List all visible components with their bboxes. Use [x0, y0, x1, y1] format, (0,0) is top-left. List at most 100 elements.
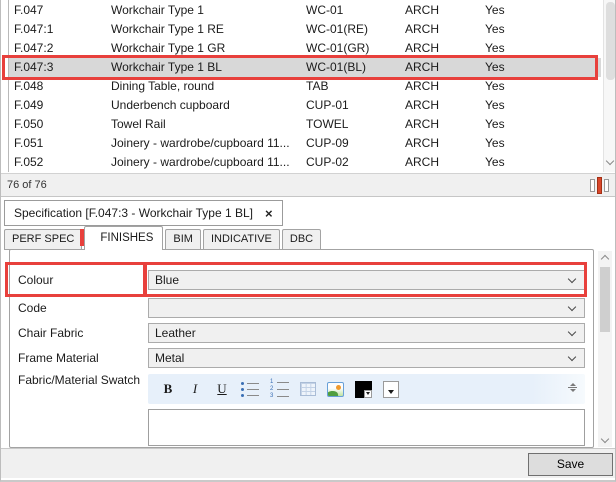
chevron-up-icon[interactable] [601, 255, 609, 263]
underline-button[interactable]: U [214, 379, 230, 399]
font-color-swatch-icon [355, 381, 372, 398]
cell-confirmed: Yes [485, 115, 505, 134]
bullet-list-button[interactable] [241, 379, 259, 399]
chevron-down-icon [568, 274, 576, 282]
italic-button[interactable]: I [187, 379, 203, 399]
tab-perf-spec[interactable]: PERF SPEC [4, 229, 82, 250]
status-bar: 76 of 76 [1, 173, 616, 197]
spec-document-tab[interactable]: Specification [F.047:3 - Workchair Type … [4, 200, 283, 226]
font-color-button[interactable] [355, 379, 372, 399]
cell-confirmed: Yes [485, 20, 505, 39]
close-icon[interactable]: × [265, 207, 273, 220]
image-icon [327, 382, 344, 397]
insert-table-button[interactable] [300, 379, 316, 399]
cell-discipline: ARCH [405, 134, 439, 153]
columns-icon-bar-active [597, 177, 602, 194]
cell-description: Joinery - wardrobe/cupboard 11... [111, 153, 290, 172]
cell-code: F.047:3 [14, 58, 53, 77]
chair-fabric-label: Chair Fabric [18, 324, 83, 342]
cell-description: Towel Rail [111, 115, 166, 134]
table-row[interactable]: F.047 Workchair Type 1 WC-01 ARCH Yes [9, 1, 601, 20]
cell-description: Underbench cupboard [111, 96, 230, 115]
table-row[interactable]: F.047:2 Workchair Type 1 GR WC-01(GR) AR… [9, 39, 601, 58]
footer-bar: Save [1, 448, 616, 478]
cell-short-code: CUP-09 [306, 134, 349, 153]
frame-material-label: Frame Material [18, 349, 99, 367]
form-scrollbar[interactable] [598, 251, 612, 447]
chevron-down-icon[interactable] [606, 157, 614, 165]
table-row[interactable]: F.050 Towel Rail TOWEL ARCH Yes [9, 115, 601, 134]
table-scrollbar[interactable] [603, 0, 616, 172]
tab-finishes[interactable]: FINISHES [84, 226, 163, 250]
cell-confirmed: Yes [485, 134, 505, 153]
cell-code: F.047:1 [14, 20, 53, 39]
cell-code: F.049 [14, 96, 43, 115]
schedule-table: F.047 Workchair Type 1 WC-01 ARCH Yes F.… [1, 0, 616, 172]
cell-short-code: WC-01(RE) [306, 20, 368, 39]
cell-discipline: ARCH [405, 77, 439, 96]
numbered-list-button[interactable]: 1 2 3 [270, 379, 289, 399]
chair-fabric-value: Leather [155, 326, 569, 340]
cell-description: Dining Table, round [111, 77, 214, 96]
cell-discipline: ARCH [405, 58, 439, 77]
cell-short-code: CUP-02 [306, 153, 349, 172]
table-row[interactable]: F.048 Dining Table, round TAB ARCH Yes [9, 77, 601, 96]
cell-description: Workchair Type 1 BL [111, 58, 222, 77]
cell-short-code: TAB [306, 77, 328, 96]
bold-button[interactable]: B [160, 379, 176, 399]
cell-description: Joinery - wardrobe/cupboard 11... [111, 134, 290, 153]
colour-value: Blue [155, 273, 569, 287]
colour-dropdown[interactable]: Blue [148, 270, 585, 290]
cell-short-code: CUP-01 [306, 96, 349, 115]
table-scrollbar-thumb[interactable] [606, 2, 615, 80]
cell-discipline: ARCH [405, 20, 439, 39]
table-row[interactable]: F.047:1 Workchair Type 1 RE WC-01(RE) AR… [9, 20, 601, 39]
chevron-down-icon [568, 352, 576, 360]
table-row-selected[interactable]: F.047:3 Workchair Type 1 BL WC-01(BL) AR… [9, 58, 601, 77]
form-scrollbar-thumb[interactable] [600, 267, 610, 332]
frame-material-dropdown[interactable]: Metal [148, 348, 585, 368]
columns-icon[interactable] [589, 177, 611, 194]
app-window: F.047 Workchair Type 1 WC-01 ARCH Yes F.… [0, 0, 616, 482]
insert-image-button[interactable] [327, 379, 344, 399]
cell-discipline: ARCH [405, 96, 439, 115]
cell-discipline: ARCH [405, 115, 439, 134]
table-row[interactable]: F.051 Joinery - wardrobe/cupboard 11... … [9, 134, 601, 153]
cell-short-code: WC-01 [306, 1, 343, 20]
table-row[interactable]: F.049 Underbench cupboard CUP-01 ARCH Ye… [9, 96, 601, 115]
cell-short-code: TOWEL [306, 115, 348, 134]
code-dropdown[interactable] [148, 298, 585, 318]
cell-discipline: ARCH [405, 1, 439, 20]
table-row[interactable]: F.052 Joinery - wardrobe/cupboard 11... … [9, 153, 601, 172]
cell-code: F.052 [14, 153, 43, 172]
cell-description: Workchair Type 1 [111, 1, 204, 20]
tab-bim[interactable]: BIM [165, 229, 201, 250]
columns-icon-bar [590, 179, 595, 192]
cell-confirmed: Yes [485, 153, 505, 172]
chevron-down-icon[interactable] [601, 435, 609, 443]
chevron-down-icon [568, 302, 576, 310]
richtext-toolbar: B I U 1 2 3 [148, 374, 585, 404]
swatch-textarea[interactable] [148, 409, 585, 446]
table-grid-icon [300, 382, 316, 396]
columns-icon-bar [604, 179, 609, 192]
cell-confirmed: Yes [485, 1, 505, 20]
finishes-form-panel: Colour Blue Code Chair Fabric Leather Fr… [9, 249, 594, 448]
tab-indicative[interactable]: INDICATIVE [203, 229, 280, 250]
code-label: Code [18, 299, 47, 317]
frame-material-value: Metal [155, 351, 569, 365]
spec-document-tab-title: Specification [F.047:3 - Workchair Type … [14, 206, 253, 220]
cell-code: F.047:2 [14, 39, 53, 58]
dropdown-arrow-icon [383, 381, 399, 398]
record-count: 76 of 76 [7, 174, 47, 196]
colour-label: Colour [18, 271, 53, 289]
save-button[interactable]: Save [528, 453, 613, 476]
tab-dbc[interactable]: DBC [282, 229, 321, 250]
cell-confirmed: Yes [485, 39, 505, 58]
color-dropdown-button[interactable] [383, 379, 399, 399]
cell-confirmed: Yes [485, 77, 505, 96]
swatch-label: Fabric/Material Swatch [18, 371, 140, 389]
chair-fabric-dropdown[interactable]: Leather [148, 323, 585, 343]
cell-code: F.050 [14, 115, 43, 134]
toolbar-resize-grip[interactable] [568, 383, 577, 392]
